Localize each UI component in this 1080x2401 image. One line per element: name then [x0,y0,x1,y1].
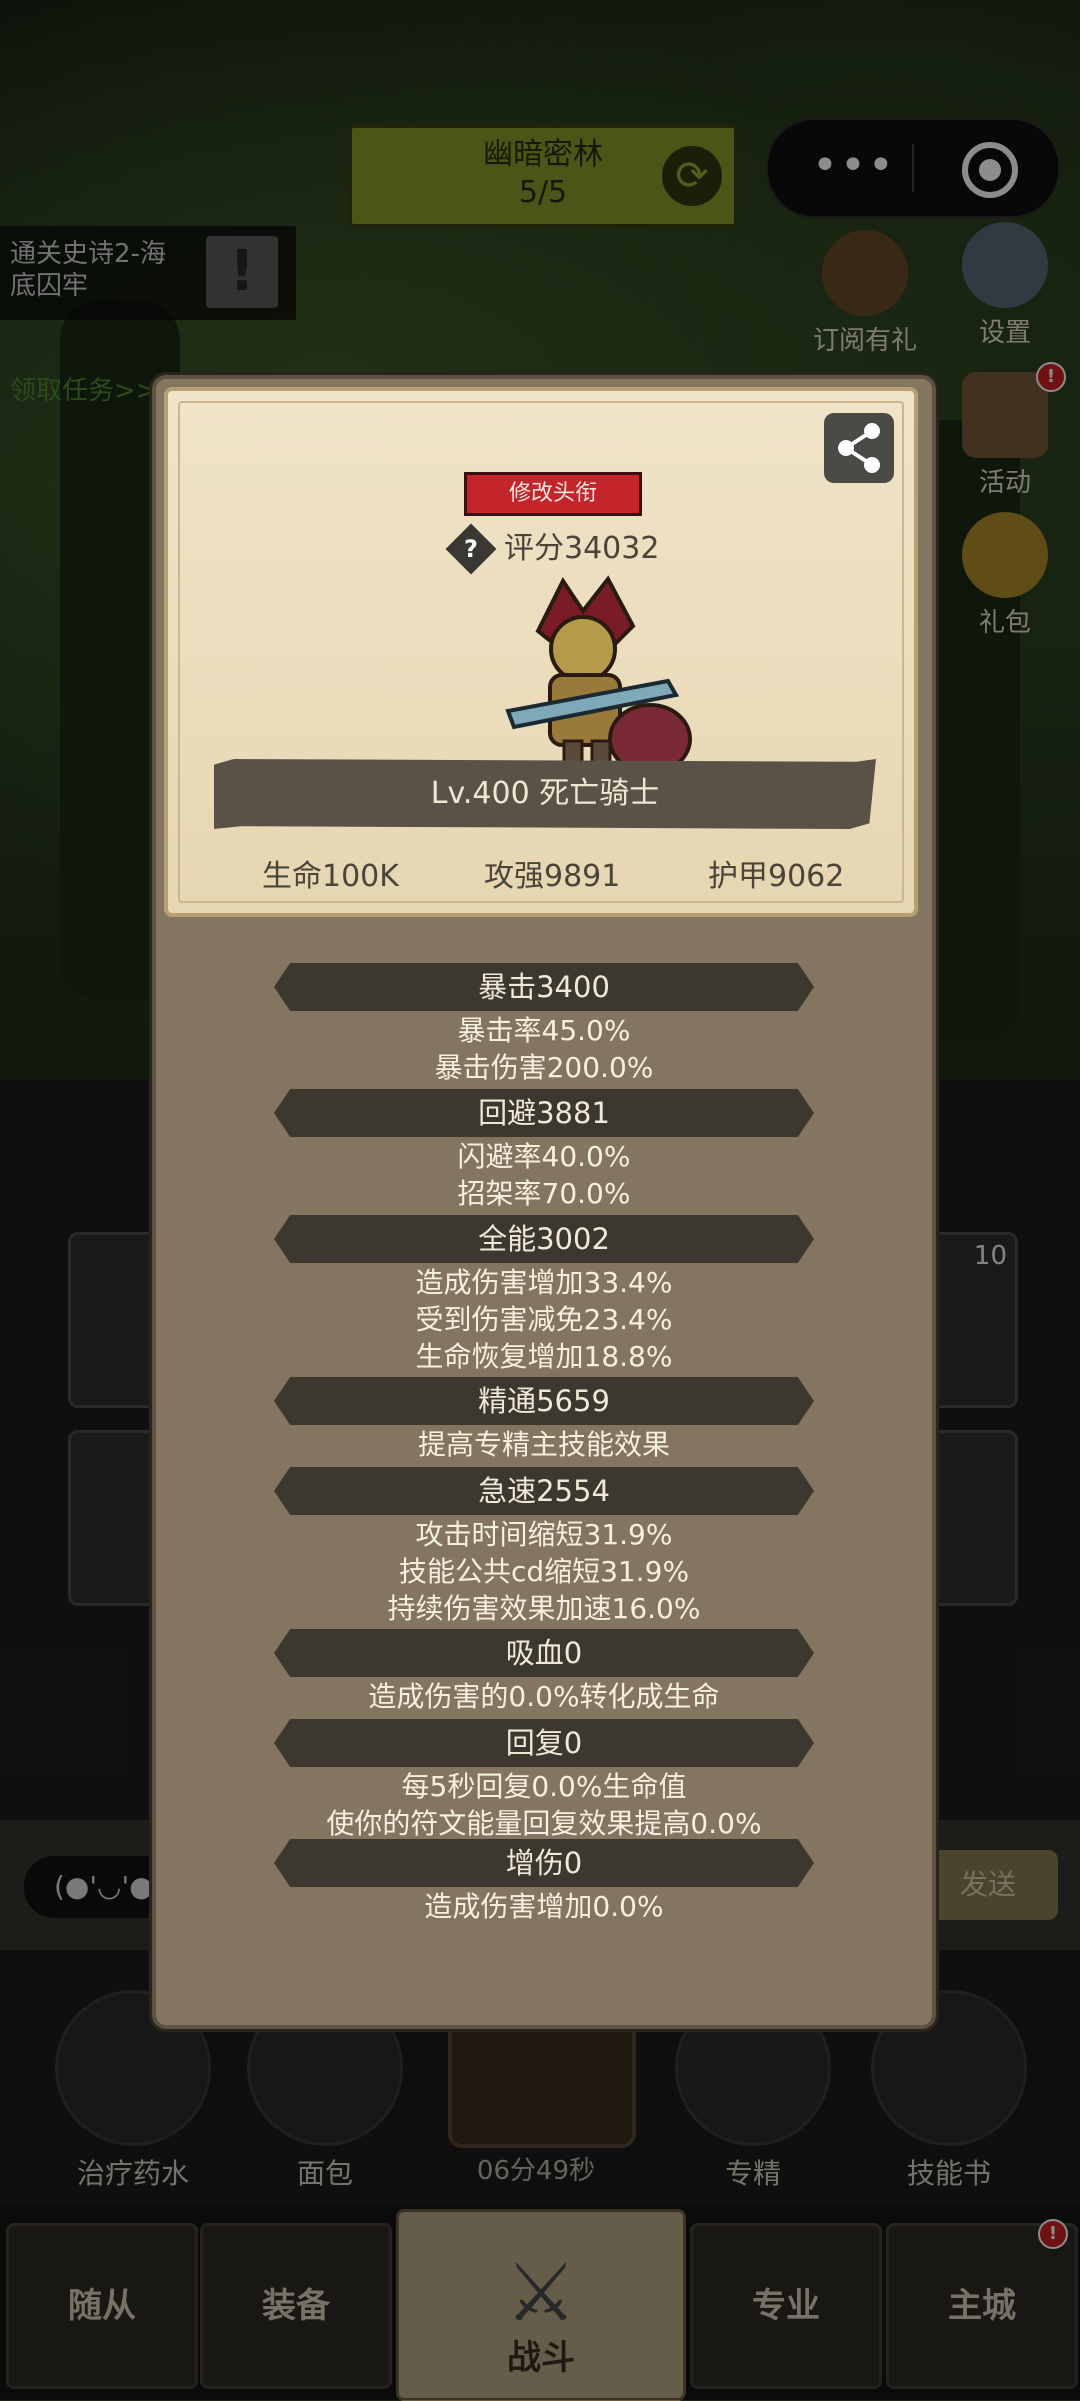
character-stats-popup: 修改头衔 ? 评分34032 Lv.400 死亡骑士 生命100K 攻强9891… [152,375,936,2029]
stat-detail-line: 提高专精主技能效果 [417,1428,670,1461]
attack-power-stat: 攻强9891 [484,859,621,894]
stat-detail-line: 持续伤害效果加速16.0% [387,1592,701,1625]
stat-header: 增伤0 [274,1839,814,1887]
stat-detail-line: 受到伤害减免23.4% [415,1303,673,1336]
stat-header: 回避3881 [274,1089,814,1137]
stat-header: 吸血0 [274,1629,814,1677]
score-text: 评分34032 [504,531,660,566]
share-button[interactable] [824,413,894,483]
character-name-bar: Lv.400 死亡骑士 [214,759,876,829]
stat-detail-line: 造成伤害增加33.4% [415,1266,673,1299]
stat-header: 精通5659 [274,1377,814,1425]
stat-detail-line: 攻击时间缩短31.9% [415,1518,673,1551]
question-mark: ? [464,535,478,563]
character-card: 修改头衔 ? 评分34032 Lv.400 死亡骑士 生命100K 攻强9891… [164,387,918,917]
stat-detail-line: 招架率70.0% [457,1177,631,1210]
stat-detail-line: 闪避率40.0% [457,1140,631,1173]
stat-header: 暴击3400 [274,963,814,1011]
stat-detail-line: 使你的符文能量回复效果提高0.0% [326,1807,762,1840]
stat-detail-line: 造成伤害的0.0%转化成生命 [368,1680,720,1713]
stat-detail-line: 技能公共cd缩短31.9% [398,1555,690,1588]
stat-detail-line: 造成伤害增加0.0% [424,1890,664,1923]
death-knight-avatar [505,575,692,775]
armor-stat: 护甲9062 [708,859,845,894]
share-icon [838,423,880,473]
stat-header: 全能3002 [274,1215,814,1263]
stat-header: 急速2554 [274,1467,814,1515]
stat-detail-line: 每5秒回复0.0%生命值 [401,1770,687,1803]
hp-stat: 生命100K [262,859,399,894]
edit-title-button[interactable]: 修改头衔 [464,472,642,516]
stat-detail-line: 生命恢复增加18.8% [415,1340,673,1373]
stat-detail-line: 暴击率45.0% [457,1014,631,1047]
stat-header: 回复0 [274,1719,814,1767]
stat-detail-line: 暴击伤害200.0% [434,1051,654,1084]
